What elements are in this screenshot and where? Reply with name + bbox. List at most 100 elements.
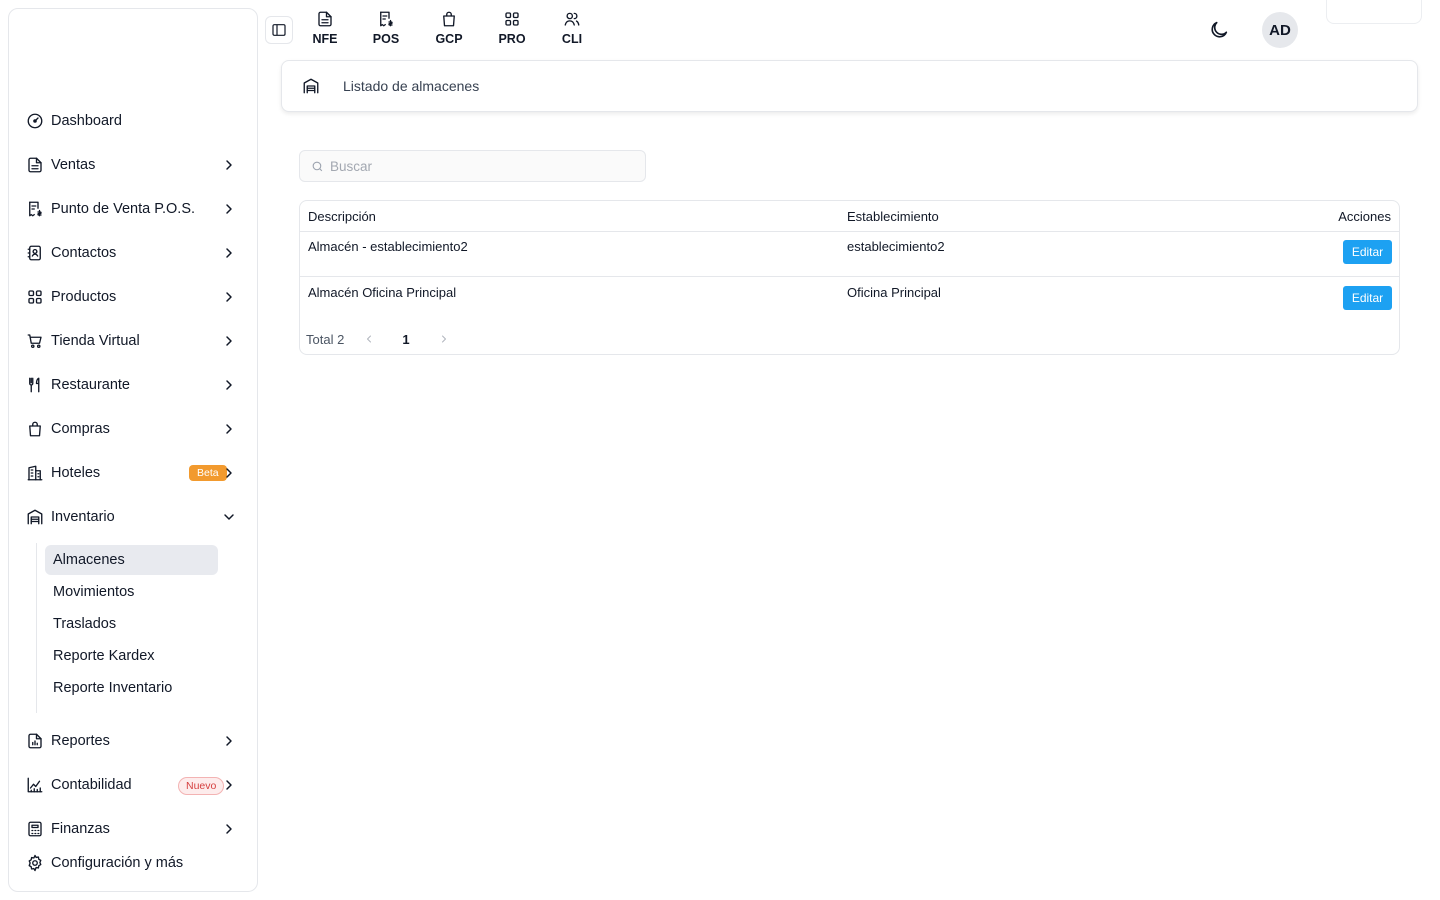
column-header-descripcion: Descripción bbox=[308, 209, 376, 224]
sidebar-subitem-reporte-inventario[interactable]: Reporte Inventario bbox=[45, 673, 218, 703]
search-input[interactable] bbox=[330, 158, 630, 174]
chevron-right-icon bbox=[441, 335, 446, 343]
sidebar-item-label: Inventario bbox=[51, 509, 115, 525]
sidebar-item-reportes[interactable]: Reportes bbox=[25, 725, 247, 757]
grid-icon bbox=[25, 287, 45, 307]
sidebar-item-label: Configuración y más bbox=[51, 855, 184, 871]
sidebar-item-label: Contabilidad bbox=[51, 777, 132, 793]
sidebar-item-label: Hoteles bbox=[51, 465, 101, 481]
module-pro-button[interactable]: PRO bbox=[490, 10, 534, 50]
sidebar-item-label: Productos bbox=[51, 289, 117, 305]
cell-descripcion: Almacén Oficina Principal bbox=[308, 285, 457, 300]
module-nfe-button[interactable]: NFE bbox=[303, 10, 347, 50]
gear-icon bbox=[25, 853, 45, 873]
corner-panel bbox=[1326, 0, 1422, 24]
shopping-bag-icon bbox=[443, 11, 455, 27]
chevron-right-icon bbox=[221, 777, 237, 793]
sidebar-subitem-almacenes[interactable]: Almacenes bbox=[45, 545, 218, 575]
chevron-right-icon bbox=[221, 333, 237, 349]
sidebar-item-label: Dashboard bbox=[51, 113, 122, 129]
table-row: Almacén Oficina Principal Oficina Princi… bbox=[300, 277, 1399, 323]
sidebar-item-dashboard[interactable]: Dashboard bbox=[25, 105, 247, 137]
chevron-right-icon bbox=[221, 421, 237, 437]
edit-button[interactable]: Editar bbox=[1343, 240, 1392, 264]
sidebar-item-label: Compras bbox=[51, 421, 110, 437]
chevron-right-icon bbox=[221, 201, 237, 217]
sidebar-subitem-traslados[interactable]: Traslados bbox=[45, 609, 218, 639]
sidebar-toggle-button[interactable] bbox=[265, 16, 293, 44]
contacts-icon bbox=[25, 243, 45, 263]
edit-button[interactable]: Editar bbox=[1343, 286, 1392, 310]
sidebar-subitem-reporte-kardex[interactable]: Reporte Kardex bbox=[45, 641, 218, 671]
search-icon bbox=[312, 161, 323, 171]
module-pos-button[interactable]: POS bbox=[364, 10, 408, 50]
nuevo-badge: Nuevo bbox=[178, 777, 225, 795]
users-icon bbox=[564, 12, 580, 26]
page-title: Listado de almacenes bbox=[343, 78, 480, 94]
chevron-right-icon bbox=[221, 821, 237, 837]
grid-icon bbox=[505, 12, 519, 26]
module-cli-button[interactable]: CLI bbox=[550, 10, 594, 50]
panel-left-icon bbox=[272, 24, 286, 36]
building-icon bbox=[25, 463, 45, 483]
module-label: NFE bbox=[312, 32, 338, 46]
cart-icon bbox=[25, 331, 45, 351]
chevron-right-icon bbox=[221, 733, 237, 749]
pagination: Total 2 1 bbox=[306, 331, 451, 347]
sidebar-item-ventas[interactable]: Ventas bbox=[25, 149, 247, 181]
sidebar-item-label: Finanzas bbox=[51, 821, 110, 837]
sidebar-item-label: Punto de Venta P.O.S. bbox=[51, 201, 196, 217]
cell-establecimiento: establecimiento2 bbox=[847, 239, 945, 254]
sidebar: Dashboard Ventas Punto de Venta P.O.S. C… bbox=[8, 8, 258, 892]
column-header-establecimiento: Establecimiento bbox=[847, 209, 939, 224]
sidebar-subitem-movimientos[interactable]: Movimientos bbox=[45, 577, 218, 607]
submenu-line bbox=[36, 543, 37, 713]
sidebar-item-configuracion[interactable]: Configuración y más bbox=[25, 847, 247, 879]
chevron-right-icon bbox=[221, 157, 237, 173]
report-icon bbox=[25, 731, 45, 751]
moon-icon bbox=[1211, 21, 1228, 38]
sidebar-item-contabilidad[interactable]: Contabilidad Nuevo bbox=[25, 769, 247, 801]
table-row: Almacén - establecimiento2 establecimien… bbox=[300, 231, 1399, 277]
chevron-right-icon bbox=[221, 465, 237, 481]
sidebar-item-label: Contactos bbox=[51, 245, 117, 261]
sidebar-item-label: Ventas bbox=[51, 157, 96, 173]
sidebar-item-label: Tienda Virtual bbox=[51, 333, 140, 349]
module-label: PRO bbox=[498, 32, 526, 46]
chevron-right-icon bbox=[221, 245, 237, 261]
warehouse-icon bbox=[25, 507, 45, 527]
module-gcp-button[interactable]: GCP bbox=[427, 10, 471, 50]
logo-area bbox=[59, 9, 209, 104]
file-text-icon bbox=[318, 11, 332, 27]
receipt-icon bbox=[380, 11, 393, 27]
sidebar-item-hoteles[interactable]: Hoteles Beta bbox=[25, 457, 247, 489]
chevron-left-icon bbox=[367, 335, 372, 343]
sidebar-item-restaurante[interactable]: Restaurante bbox=[25, 369, 247, 401]
dashboard-icon bbox=[25, 111, 45, 131]
sidebar-item-tienda-virtual[interactable]: Tienda Virtual bbox=[25, 325, 247, 357]
chevron-right-icon bbox=[221, 289, 237, 305]
utensils-icon bbox=[25, 375, 45, 395]
prev-page-button[interactable] bbox=[362, 332, 376, 346]
chevron-down-icon bbox=[221, 509, 237, 525]
sidebar-item-label: Reportes bbox=[51, 733, 110, 749]
pagination-total: Total 2 bbox=[306, 331, 345, 347]
theme-toggle-button[interactable] bbox=[1208, 19, 1230, 41]
sidebar-item-pos[interactable]: Punto de Venta P.O.S. bbox=[25, 193, 247, 225]
search-box bbox=[299, 150, 646, 182]
sidebar-item-contactos[interactable]: Contactos bbox=[25, 237, 247, 269]
sidebar-item-inventario[interactable]: Inventario bbox=[25, 501, 247, 533]
sidebar-item-finanzas[interactable]: Finanzas bbox=[25, 813, 247, 845]
shopping-bag-icon bbox=[25, 419, 45, 439]
avatar[interactable]: AD bbox=[1262, 12, 1298, 48]
next-page-button[interactable] bbox=[437, 332, 451, 346]
warehouse-icon bbox=[302, 77, 320, 95]
sidebar-item-productos[interactable]: Productos bbox=[25, 281, 247, 313]
sidebar-item-label: Restaurante bbox=[51, 377, 130, 393]
module-label: CLI bbox=[561, 32, 583, 46]
sidebar-item-compras[interactable]: Compras bbox=[25, 413, 247, 445]
cell-descripcion: Almacén - establecimiento2 bbox=[308, 239, 468, 254]
warehouses-table: Descripción Establecimiento Acciones Alm… bbox=[299, 200, 1400, 355]
page-number[interactable]: 1 bbox=[402, 332, 409, 347]
chevron-right-icon bbox=[221, 377, 237, 393]
